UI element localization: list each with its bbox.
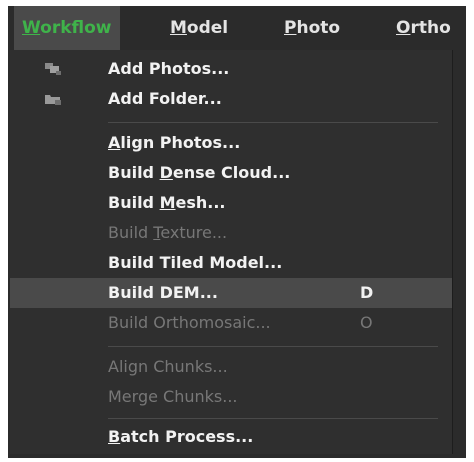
menu-workflow[interactable]: Workflow	[14, 6, 120, 50]
menu-item-align-photos[interactable]: Align Photos...	[10, 128, 452, 158]
label-post: atch Process...	[120, 427, 254, 446]
menu-item-build-tiled-model[interactable]: Build Tiled Model...	[10, 248, 452, 278]
add-folder-icon	[45, 95, 61, 105]
menu-item-merge-chunks: Merge Chunks...	[10, 382, 452, 412]
menu-separator	[108, 122, 438, 123]
label-pre: Add Photos...	[108, 59, 230, 78]
menu-model-accel: M	[170, 18, 187, 38]
menu-item-label: Build Orthomosaic...	[108, 308, 271, 338]
label-accel: D	[159, 163, 173, 182]
menu-item-label: Align Photos...	[108, 128, 240, 158]
label-post: lign Photos...	[120, 133, 241, 152]
label-pre: Add Folder...	[108, 89, 222, 108]
menu-model[interactable]: Model	[170, 6, 228, 50]
menu-separator	[108, 346, 438, 347]
menu-item-label: Build Dense Cloud...	[108, 158, 290, 188]
menu-item-label: Build DEM...	[108, 278, 218, 308]
label-pre: Merge Chunks...	[108, 387, 238, 406]
menu-item-label: Merge Chunks...	[108, 382, 237, 412]
label-pre: Align Chunks...	[108, 357, 228, 376]
menu-item-label: Build Tiled Model...	[108, 248, 282, 278]
menu-item-build-orthomosaic: Build Orthomosaic... O	[10, 308, 452, 338]
menu-ortho[interactable]: Ortho	[396, 6, 451, 50]
menu-item-add-folder[interactable]: Add Folder...	[10, 84, 452, 114]
label-accel: B	[108, 427, 121, 446]
menu-item-shortcut: D	[360, 283, 374, 302]
workflow-dropdown-menu: Add Photos... Add Folder... Align Photos…	[10, 50, 453, 454]
menu-photo-accel: P	[284, 18, 297, 38]
label-pre: Build	[108, 223, 154, 242]
menu-separator	[108, 418, 438, 419]
menu-workflow-post: orkflow	[40, 18, 112, 38]
menu-item-build-dem[interactable]: Build DEM... D	[10, 278, 452, 308]
label-post: exture...	[160, 223, 228, 242]
label-accel: M	[159, 193, 176, 212]
menu-item-label: Align Chunks...	[108, 352, 228, 382]
menu-item-add-photos[interactable]: Add Photos...	[10, 54, 452, 84]
menu-item-batch-process[interactable]: Batch Process...	[10, 422, 452, 452]
menu-item-label: Build Mesh...	[108, 188, 226, 218]
menu-model-post: odel	[186, 18, 229, 38]
menu-item-label: Batch Process...	[108, 422, 253, 452]
menu-item-build-dense-cloud[interactable]: Build Dense Cloud...	[10, 158, 452, 188]
menu-workflow-accel: W	[22, 18, 41, 38]
add-photos-icon	[45, 63, 61, 75]
label-pre: Build Orthomosaic...	[108, 313, 271, 332]
label-pre: Build DEM...	[108, 283, 218, 302]
screenshot-frame: Workflow Model Photo Ortho Add Photos...	[0, 0, 474, 462]
menu-item-label: Add Photos...	[108, 54, 229, 84]
menu-ortho-post: rtho	[410, 18, 451, 38]
menubar: Workflow Model Photo Ortho	[8, 6, 466, 50]
label-pre: Build	[108, 163, 160, 182]
label-post: ense Cloud...	[172, 163, 291, 182]
label-pre: Build	[108, 193, 160, 212]
label-pre: Build Tiled Model...	[108, 253, 283, 272]
menu-item-label: Add Folder...	[108, 84, 222, 114]
menu-item-build-texture: Build Texture...	[10, 218, 452, 248]
menu-item-align-chunks: Align Chunks...	[10, 352, 452, 382]
menu-ortho-accel: O	[396, 18, 411, 38]
menu-item-build-mesh[interactable]: Build Mesh...	[10, 188, 452, 218]
label-post: esh...	[175, 193, 226, 212]
menu-item-shortcut: O	[360, 313, 373, 332]
menu-photo[interactable]: Photo	[284, 6, 340, 50]
menu-photo-post: hoto	[296, 18, 341, 38]
menu-item-label: Build Texture...	[108, 218, 227, 248]
label-accel: A	[108, 133, 121, 152]
